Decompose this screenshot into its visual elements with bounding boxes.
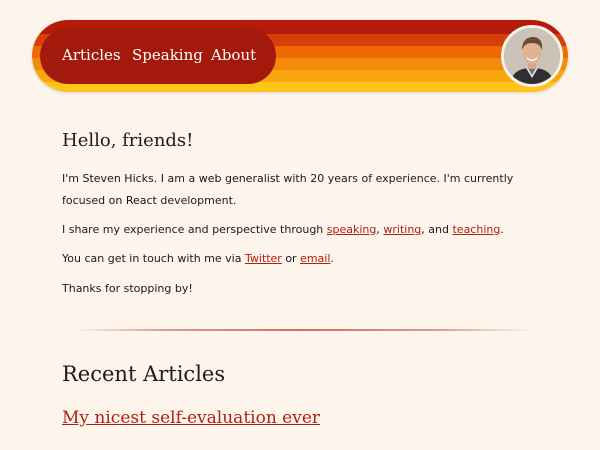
avatar[interactable] [501, 25, 563, 87]
nav-speaking-link[interactable]: Speaking [132, 46, 203, 64]
thanks-paragraph: Thanks for stopping by! [62, 282, 193, 295]
focus-tech: React [125, 194, 157, 207]
recent-articles-heading: Recent Articles [62, 362, 226, 386]
period: . [330, 252, 334, 265]
author-role: web generalist [198, 172, 280, 185]
separator: , and [421, 223, 453, 236]
intro-paragraph: I'm Steven Hicks. I am a web generalist … [62, 168, 532, 212]
teaching-link[interactable]: teaching [452, 223, 500, 236]
article-link[interactable]: My nicest self-evaluation ever [62, 408, 320, 428]
main-nav: Articles Speaking About [40, 28, 276, 84]
share-text: I share my experience and perspective th… [62, 223, 327, 236]
period: . [500, 223, 504, 236]
profile-photo-icon [504, 28, 560, 84]
intro-text: I'm [62, 172, 83, 185]
section-divider [72, 329, 532, 331]
share-paragraph: I share my experience and perspective th… [62, 219, 532, 241]
nav-articles-link[interactable]: Articles [62, 46, 121, 64]
contact-paragraph: You can get in touch with me via Twitter… [62, 248, 532, 270]
intro-text: . I am a [153, 172, 199, 185]
email-link[interactable]: email [300, 252, 330, 265]
writing-link[interactable]: writing [383, 223, 421, 236]
twitter-link[interactable]: Twitter [245, 252, 282, 265]
speaking-link[interactable]: speaking [327, 223, 377, 236]
separator: or [281, 252, 301, 265]
nav-about-link[interactable]: About [211, 46, 256, 64]
intro-text: development. [156, 194, 237, 207]
greeting-heading: Hello, friends! [62, 130, 194, 151]
author-name: Steven Hicks [82, 172, 154, 185]
contact-text: You can get in touch with me via [62, 252, 245, 265]
